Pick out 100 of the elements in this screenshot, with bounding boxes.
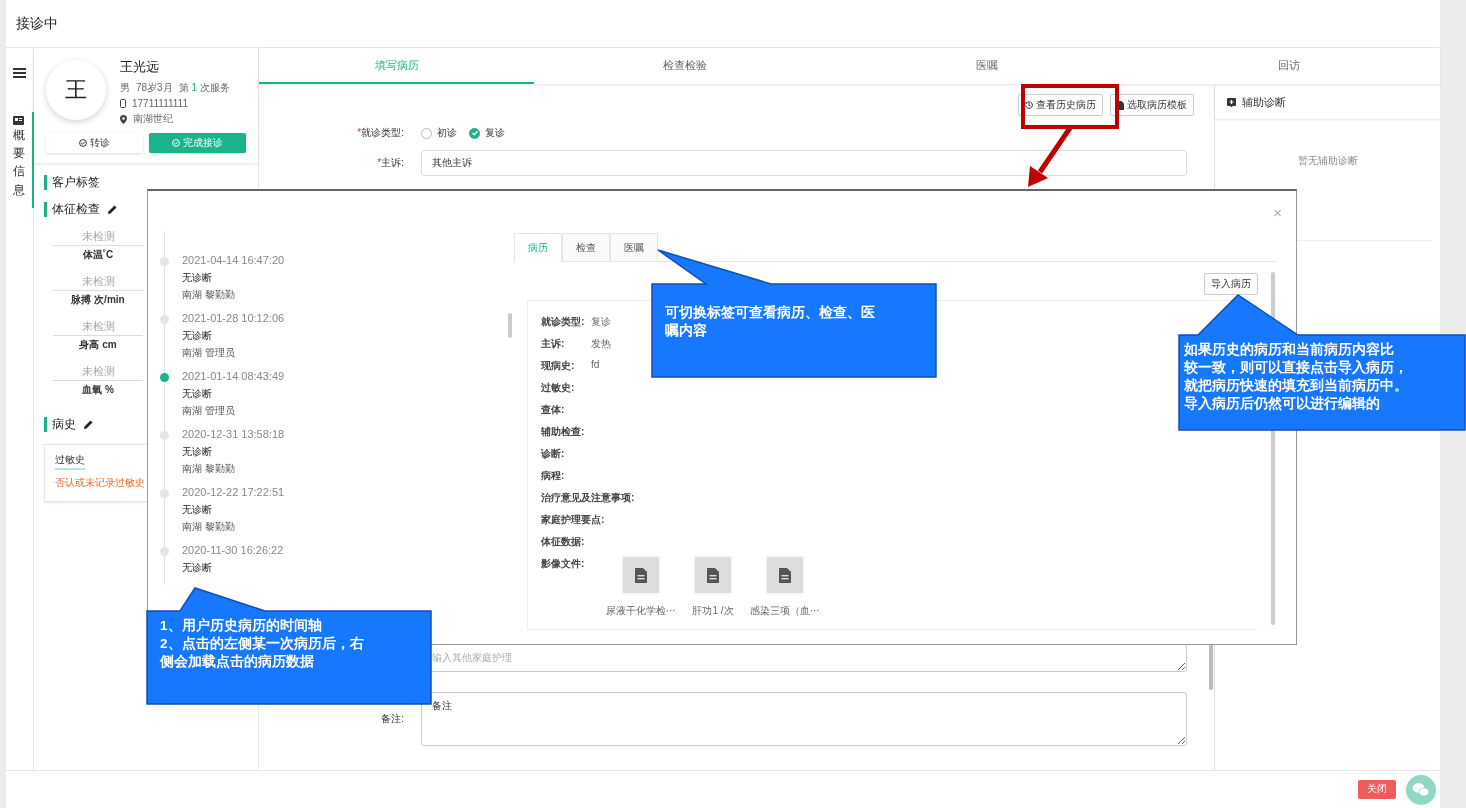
scrollbar[interactable] [508, 313, 512, 338]
id-card-icon [13, 116, 24, 125]
file-thumbnail[interactable] [695, 557, 731, 593]
record-author: 南湖 黎勤勤 [182, 288, 236, 302]
timeline-item[interactable]: 2021-04-14 16:47:20 无诊断 南湖 黎勤勤 [160, 254, 508, 312]
record-label: 治疗意见及注意事项: [541, 491, 635, 505]
file-icon [1117, 100, 1124, 110]
patient-location: 南湖世纪 [133, 112, 173, 126]
location-icon [120, 114, 127, 124]
record-date: 2021-01-28 10:12:06 [182, 312, 286, 324]
file-thumbnail[interactable] [623, 557, 659, 593]
pencil-icon[interactable] [84, 420, 93, 429]
check-circle-icon [79, 139, 87, 147]
vital-value: 未检测 [53, 274, 143, 291]
record-label: 病程: [541, 469, 566, 483]
field-label: 主诉: [381, 157, 404, 168]
history-icon [1025, 101, 1033, 109]
patient-phone: 17711111111 [132, 98, 188, 109]
remark-field[interactable]: 备注 [421, 692, 1187, 746]
document-icon [779, 567, 791, 583]
callout-text: 可切换标签可查看病历、检查、医 嘱内容 [665, 304, 875, 340]
check-icon [470, 129, 479, 137]
check-circle-icon [172, 139, 180, 147]
tab[interactable]: 医嘱 [836, 48, 1138, 84]
record-diagnosis: 无诊断 [182, 561, 213, 575]
section-title: 客户标签 [52, 174, 100, 191]
empty-text: 暂无辅助诊断 [1296, 154, 1359, 168]
record-value: 复诊 [591, 315, 611, 329]
field-label: 备注: [380, 712, 405, 726]
diagnosis-icon [1227, 97, 1236, 107]
timeline-item[interactable]: 2021-01-14 08:43:49 无诊断 南湖 管理员 [160, 370, 508, 428]
callout-text: 1、用户历史病历的时间轴 2、点击的左侧某一次病历后，右 侧会加载点击的病历数据 [160, 617, 364, 671]
patient-name: 王光远 [120, 58, 160, 76]
required-mark: * [357, 127, 362, 138]
record-author: 南湖 黎勤勤 [182, 520, 236, 534]
record-author: 南湖 黎勤勤 [182, 462, 236, 476]
record-diagnosis: 无诊断 [182, 271, 213, 285]
record-date: 2020-12-31 13:58:18 [182, 428, 286, 440]
record-value: fd [591, 359, 600, 370]
vital-label: 身高 cm [79, 338, 117, 352]
required-mark: * [377, 157, 382, 168]
record-label: 查体: [541, 403, 566, 417]
record-label: 主诉: [541, 337, 566, 351]
timeline-item[interactable]: 2020-12-22 17:22:51 无诊断 南湖 黎勤勤 [160, 486, 508, 544]
nav-tab[interactable]: 概要信息 [5, 112, 34, 208]
template-button[interactable]: 选取病历模板 [1110, 94, 1194, 116]
record-label: 现病史: [541, 359, 576, 373]
radio-option[interactable]: 初诊 [421, 126, 457, 140]
section-title: 病史 [52, 416, 76, 433]
complaint-field[interactable]: 其他主诉 [421, 150, 1187, 176]
record-label: 影像文件: [541, 557, 586, 571]
record-date: 2020-11-30 16:26:22 [182, 544, 285, 556]
menu-icon[interactable] [13, 68, 26, 78]
file-thumbnail[interactable] [767, 557, 803, 593]
page-title: 接诊中 [16, 14, 58, 33]
document-icon [635, 567, 647, 583]
tab[interactable]: 医嘱 [610, 233, 658, 261]
record-label: 就诊类型: [541, 315, 586, 329]
record-date: 2020-12-22 17:22:51 [182, 486, 286, 498]
record-date: 2021-01-14 08:43:49 [182, 370, 286, 382]
file-name: 尿液干化学检⋯ [606, 604, 676, 618]
record-diagnosis: 无诊断 [182, 387, 213, 401]
vital-label: 体温˚C [82, 248, 114, 262]
section-title: 体征检查 [52, 201, 100, 218]
patient-age: 78岁3月 [136, 81, 173, 95]
record-label: 体征数据: [541, 535, 586, 549]
panel-title: 辅助诊断 [1242, 94, 1286, 110]
vital-value: 未检测 [53, 229, 143, 246]
record-label: 辅助检查: [541, 425, 586, 439]
import-button[interactable]: 导入病历 [1204, 273, 1258, 295]
patient-gender: 男 [120, 81, 130, 95]
record-value: 发热 [591, 337, 611, 351]
phone-icon [120, 99, 126, 108]
vital-value: 未检测 [53, 319, 143, 336]
timeline-item[interactable]: 2020-12-31 13:58:18 无诊断 南湖 黎勤勤 [160, 428, 508, 486]
avatar: 王 [46, 60, 106, 120]
tab[interactable]: 回访 [1138, 48, 1440, 84]
pencil-icon[interactable] [108, 205, 117, 214]
record-author: 南湖 管理员 [182, 404, 236, 418]
vital-label: 脉搏 次/min [71, 293, 125, 307]
tab[interactable]: 检查检验 [534, 48, 836, 84]
visit-count: 第 1 次服务 [178, 81, 230, 95]
file-name: 肝功1 /次 [692, 604, 734, 618]
record-date: 2021-04-14 16:47:20 [182, 254, 286, 266]
history-button[interactable]: 查看历史病历 [1018, 94, 1103, 116]
callout-text: 如果历史的病历和当前病历内容比 较一致，则可以直接点击导入病历， 就把病历快速的填充到当前病历中。 导入病历后仍然可以进行编辑的 [1184, 341, 1408, 413]
document-icon [707, 567, 719, 583]
field-label: 就诊类型: [361, 127, 404, 138]
record-author: 南湖 管理员 [182, 346, 236, 360]
timeline-item[interactable]: 2021-01-28 10:12:06 无诊断 南湖 管理员 [160, 312, 508, 370]
vital-value: 未检测 [53, 364, 143, 381]
file-name: 感染三项（血⋯ [750, 604, 820, 618]
allergy-text: 否认或未记录过敏史 [55, 476, 145, 490]
timeline-item[interactable]: 2020-11-30 16:26:22 无诊断 [160, 544, 508, 585]
record-label: 诊断: [541, 447, 566, 461]
tab[interactable]: 检查 [562, 233, 610, 261]
radio-option[interactable]: 复诊 [469, 126, 505, 140]
transfer-button[interactable]: 转诊 [46, 133, 143, 153]
record-label: 过敏史: [541, 381, 576, 395]
record-diagnosis: 无诊断 [182, 445, 213, 459]
